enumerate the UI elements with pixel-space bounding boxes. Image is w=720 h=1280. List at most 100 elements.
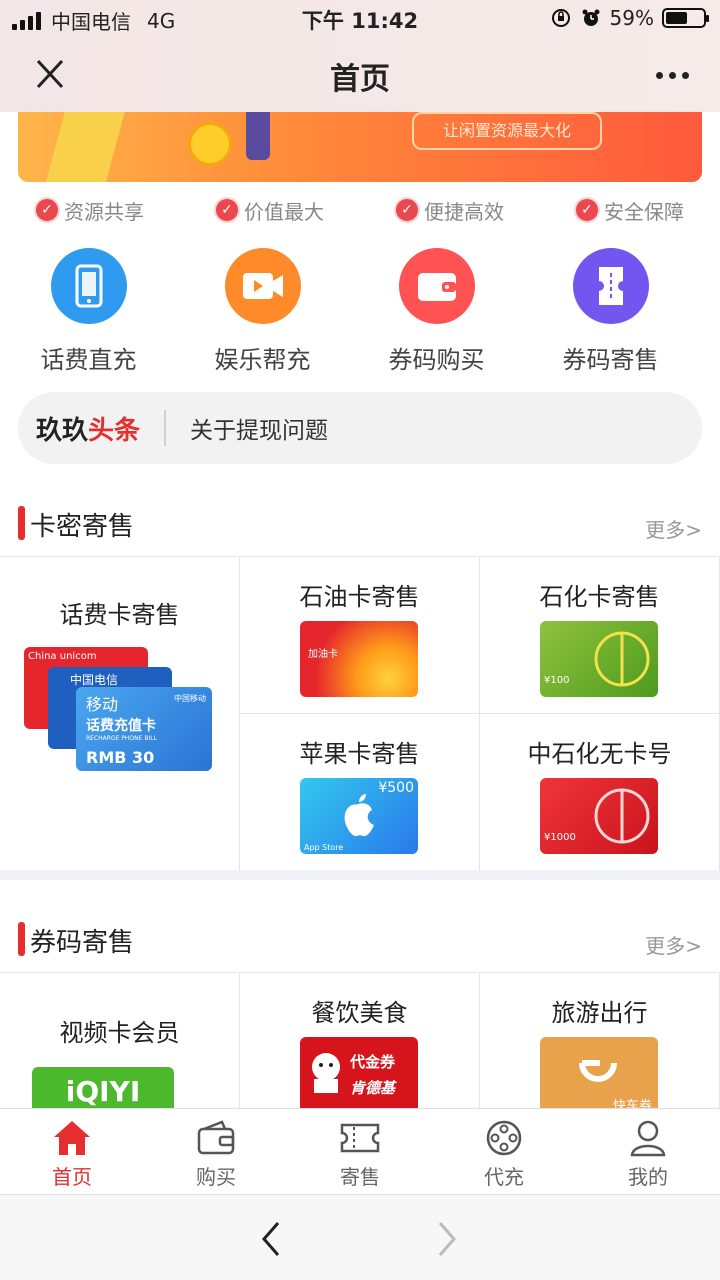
- tab-sell[interactable]: 寄售: [288, 1109, 432, 1194]
- section-title: 券码寄售: [30, 928, 135, 958]
- user-icon: [630, 1120, 666, 1157]
- alarm-icon: [582, 9, 600, 26]
- apple-card-image: ¥500 App Store: [300, 778, 418, 854]
- kfc-card-image: 代金券 肯德基: [300, 1037, 418, 1108]
- cell-title: 中石化无卡号: [527, 740, 672, 768]
- grid-cell-apple-card[interactable]: 苹果卡寄售 ¥500 App Store: [240, 714, 480, 871]
- check-icon: ✓: [216, 199, 238, 221]
- quick-action-entertainment[interactable]: 娱乐帮充: [177, 248, 348, 378]
- feature-label: 便捷高效: [424, 199, 504, 224]
- grid-cell-oil-card[interactable]: 石油卡寄售 加油卡: [240, 557, 480, 714]
- oil-card-image: 加油卡: [300, 621, 418, 697]
- cell-title: 旅游出行: [551, 999, 648, 1027]
- tab-recharge[interactable]: 代充: [432, 1109, 576, 1194]
- feature-item: ✓ 资源共享: [36, 192, 144, 228]
- home-page: 让闲置资源最大化 ✓ 资源共享 ✓ 价值最大 ✓ 便捷高效 ✓ 安全保障 话费直充 娱乐…: [0, 112, 720, 1108]
- section-header-cards: 卡密寄售 更多>: [0, 494, 720, 554]
- quick-action-buy-coupon[interactable]: 券码购买: [351, 248, 522, 378]
- apple-logo-icon: [344, 794, 374, 837]
- tab-home[interactable]: 首页: [0, 1109, 144, 1194]
- section-title: 卡密寄售: [30, 512, 135, 542]
- more-link[interactable]: 更多>: [645, 514, 702, 543]
- feature-item: ✓ 安全保障: [576, 192, 684, 228]
- feature-list: ✓ 资源共享 ✓ 价值最大 ✓ 便捷高效 ✓ 安全保障: [0, 192, 720, 228]
- coin-illustration: [188, 122, 232, 166]
- feature-label: 资源共享: [64, 199, 144, 224]
- kfc-logo-icon: [312, 1053, 340, 1093]
- cell-title: 苹果卡寄售: [299, 740, 420, 768]
- quick-action-label: 话费直充: [40, 346, 137, 374]
- more-link[interactable]: 更多>: [645, 930, 702, 959]
- status-right: 59%: [550, 6, 709, 30]
- sinopec-red-card-image: ¥1000: [540, 778, 658, 854]
- check-icon: ✓: [36, 199, 58, 221]
- banner-decoration: [45, 112, 131, 182]
- forward-arrow-icon[interactable]: [432, 1219, 462, 1259]
- card-grid: 话费卡寄售 China unicom 中国电信 移动 话费充值卡 RECHARG…: [0, 556, 720, 871]
- grid-cell-phone-card[interactable]: 话费卡寄售 China unicom 中国电信 移动 话费充值卡 RECHARG…: [0, 557, 240, 871]
- grid-cell-video-member[interactable]: 视频卡会员 iQIYI: [0, 973, 240, 1108]
- tab-profile[interactable]: 我的: [576, 1109, 720, 1194]
- cell-title: 视频卡会员: [59, 1019, 180, 1047]
- battery-percent: 59%: [609, 6, 654, 30]
- section-header-coupons: 券码寄售 更多>: [0, 910, 720, 970]
- phone-icon: [50, 248, 127, 324]
- sinopec-card-image: ¥100: [540, 621, 658, 697]
- tab-buy[interactable]: 购买: [144, 1109, 288, 1194]
- section-divider: [0, 870, 720, 880]
- navigation-bar: 首页: [0, 36, 720, 112]
- cell-title: 石化卡寄售: [539, 583, 660, 611]
- section-marker: [18, 506, 25, 540]
- divider: [164, 410, 167, 446]
- news-ticker[interactable]: 玖玖头条 关于提现问题: [18, 392, 702, 464]
- news-brand: 玖玖头条: [36, 415, 141, 446]
- top-bar: 中国电信 4G 下午 11:42 59% 首页: [0, 0, 720, 112]
- more-icon[interactable]: [652, 60, 692, 90]
- promo-banner[interactable]: 让闲置资源最大化: [18, 112, 702, 182]
- battery-icon: [662, 8, 709, 28]
- iqiyi-card-image: iQIYI: [32, 1067, 174, 1108]
- quick-actions: 话费直充 娱乐帮充 券码购买 券码寄售: [0, 248, 720, 378]
- tab-label: 我的: [628, 1165, 668, 1189]
- person-illustration: [246, 112, 270, 160]
- film-reel-icon: [486, 1120, 522, 1156]
- check-icon: ✓: [576, 199, 598, 221]
- quick-action-label: 券码购买: [388, 346, 485, 374]
- back-arrow-icon[interactable]: [256, 1219, 286, 1259]
- check-icon: ✓: [396, 199, 418, 221]
- ticket-icon: [340, 1123, 380, 1153]
- tab-label: 首页: [52, 1165, 92, 1189]
- home-icon: [54, 1121, 90, 1155]
- quick-action-sell-coupon[interactable]: 券码寄售: [525, 248, 696, 378]
- tab-label: 购买: [196, 1165, 236, 1189]
- quick-action-phone-recharge[interactable]: 话费直充: [3, 248, 174, 378]
- didi-card-image: 快车券: [540, 1037, 658, 1108]
- wallet-icon: [197, 1120, 235, 1155]
- status-bar: 中国电信 4G 下午 11:42 59%: [0, 0, 720, 36]
- grid-cell-travel[interactable]: 旅游出行 快车券: [480, 973, 720, 1108]
- cell-title: 餐饮美食: [311, 999, 408, 1027]
- ticket-icon: [572, 248, 649, 324]
- page-title: 首页: [330, 62, 390, 97]
- cell-title: 话费卡寄售: [59, 601, 180, 629]
- quick-action-label: 券码寄售: [562, 346, 659, 374]
- banner-button[interactable]: 让闲置资源最大化: [412, 112, 602, 150]
- mobile-card-image: 移动 话费充值卡 RECHARGE PHONE BILL RMB 30 中国移动: [76, 687, 212, 771]
- grid-cell-food[interactable]: 餐饮美食 代金券 肯德基: [240, 973, 480, 1108]
- coupon-grid: 视频卡会员 iQIYI 餐饮美食 代金券 肯德基 旅游出行 快车券: [0, 972, 720, 1108]
- rotation-lock-icon: [551, 9, 570, 27]
- video-icon: [224, 248, 301, 324]
- feature-item: ✓ 便捷高效: [396, 192, 504, 228]
- feature-label: 价值最大: [244, 199, 324, 224]
- feature-label: 安全保障: [604, 199, 684, 224]
- grid-cell-sinopec-card[interactable]: 石化卡寄售 ¥100: [480, 557, 720, 714]
- wallet-icon: [398, 248, 475, 324]
- feature-item: ✓ 价值最大: [216, 192, 324, 228]
- section-marker: [18, 922, 25, 956]
- browser-toolbar: [0, 1194, 720, 1280]
- cell-title: 石油卡寄售: [299, 583, 420, 611]
- quick-action-label: 娱乐帮充: [214, 346, 311, 374]
- news-headline[interactable]: 关于提现问题: [190, 411, 328, 445]
- grid-cell-sinopec-nocard[interactable]: 中石化无卡号 ¥1000: [480, 714, 720, 871]
- didi-logo-icon: [579, 1060, 617, 1082]
